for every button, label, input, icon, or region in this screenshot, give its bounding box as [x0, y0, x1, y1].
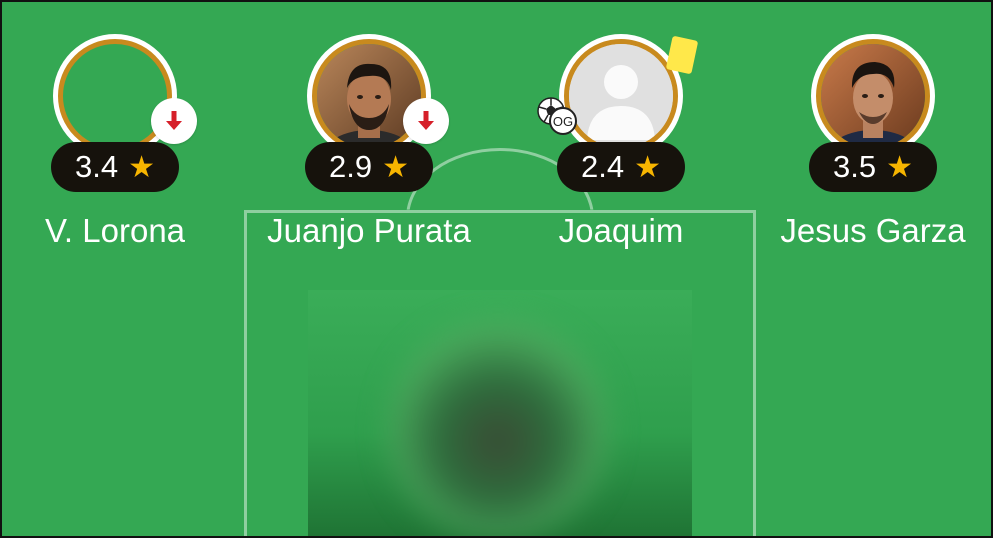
- rating-value: 3.4: [74, 149, 119, 184]
- rating-value: 2.4: [580, 149, 625, 184]
- goal-area-blurred: [308, 290, 692, 536]
- rating-value: 2.9: [328, 149, 373, 184]
- arrow-down-icon: [418, 111, 434, 130]
- player-name[interactable]: Juanjo Purata: [259, 212, 479, 250]
- rating-pill: 3.5 ★: [809, 142, 937, 192]
- substitution-badge: [403, 98, 449, 144]
- player-name[interactable]: Jesus Garza: [763, 212, 983, 250]
- own-goal-label: OG: [553, 114, 573, 129]
- star-icon: ★: [634, 150, 661, 184]
- rating-pill: 2.9 ★: [305, 142, 433, 192]
- star-icon: ★: [382, 150, 409, 184]
- player-avatar[interactable]: [53, 34, 177, 158]
- substitution-badge: [151, 98, 197, 144]
- star-icon: ★: [886, 150, 913, 184]
- player-name[interactable]: V. Lorona: [5, 212, 225, 250]
- player-photo-empty: [58, 39, 172, 153]
- blurred-image: [388, 320, 608, 536]
- rating-value: 3.5: [832, 149, 877, 184]
- player-photo: [816, 39, 930, 153]
- arrow-down-icon: [166, 111, 182, 130]
- rating-pill: 3.4 ★: [51, 142, 179, 192]
- pitch: 3.4 ★ V. Lorona 2.9 ★ Juanjo Purata OG 2…: [0, 0, 993, 538]
- yellow-card-icon: [665, 35, 699, 75]
- player-name[interactable]: Joaquim: [511, 212, 731, 250]
- player-avatar[interactable]: [811, 34, 935, 158]
- star-icon: ★: [128, 150, 155, 184]
- rating-pill: 2.4 ★: [557, 142, 685, 192]
- own-goal-badge: OG: [534, 96, 592, 136]
